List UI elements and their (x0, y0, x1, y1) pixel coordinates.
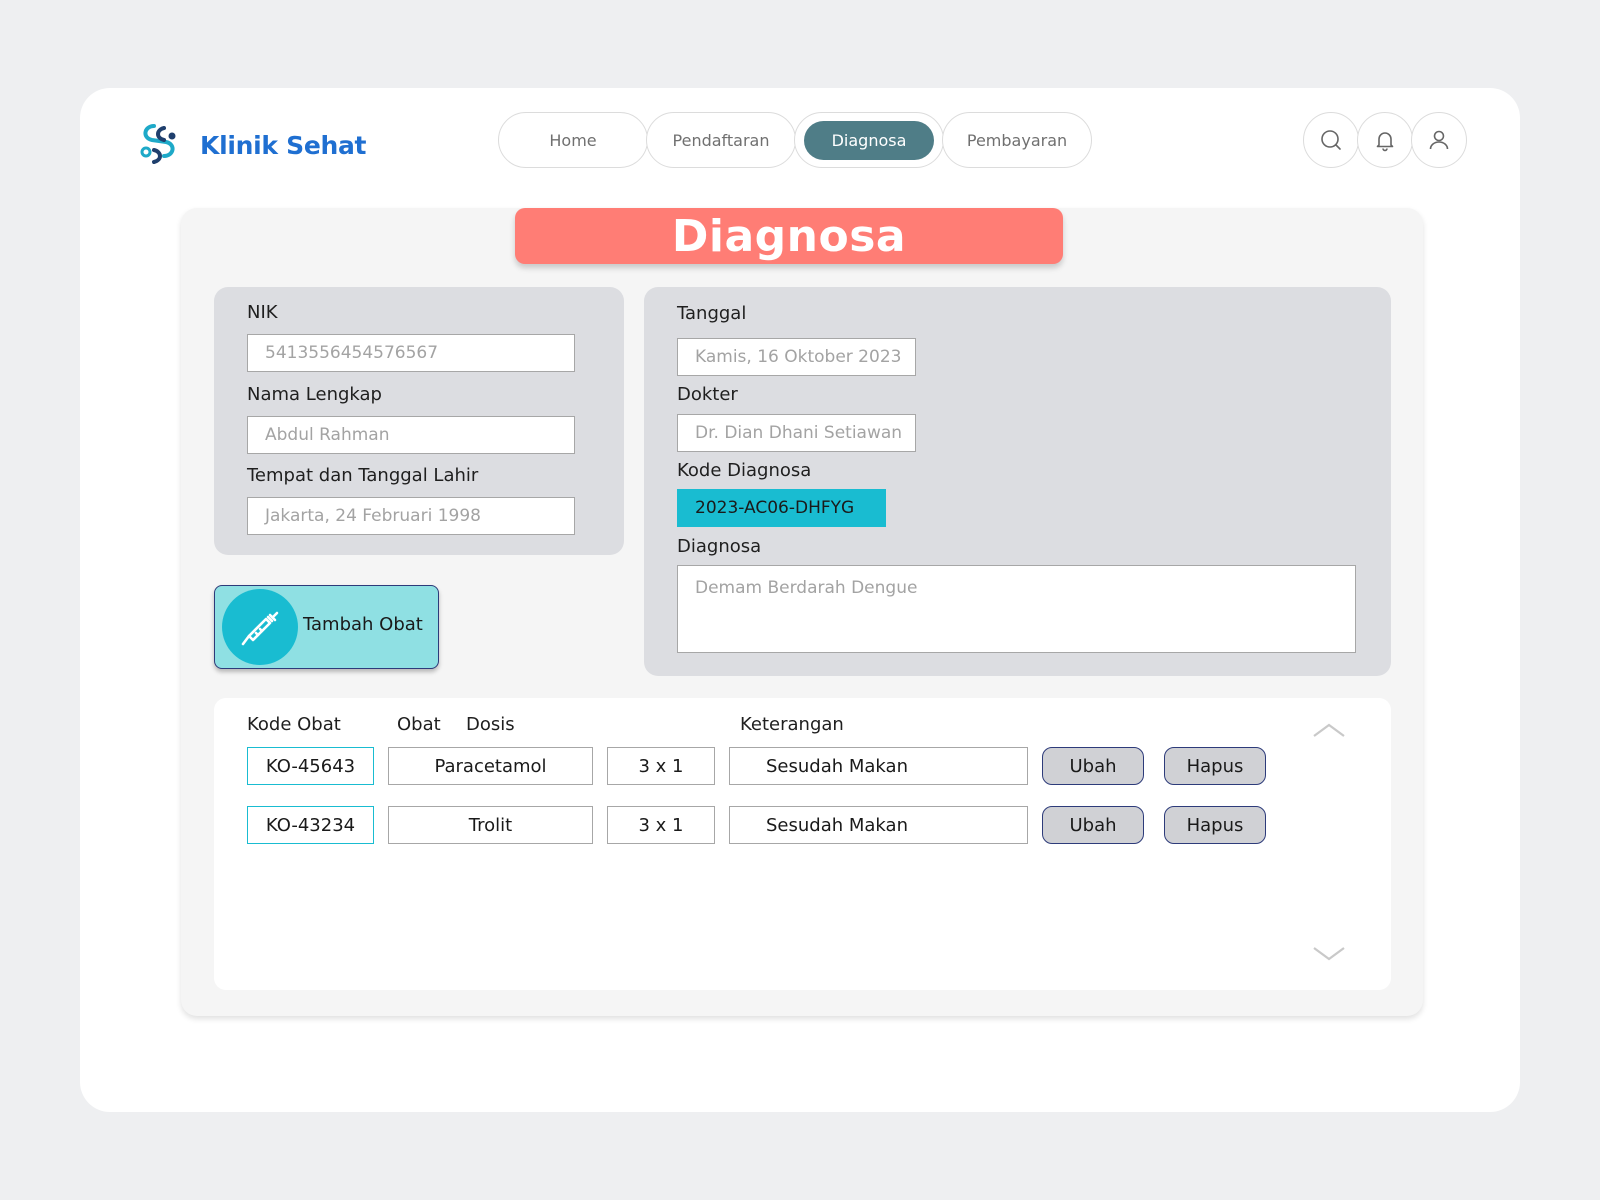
row-2-edit-button[interactable]: Ubah (1042, 806, 1144, 844)
tab-pendaftaran[interactable]: Pendaftaran (646, 112, 796, 168)
row-1-dose[interactable]: 3 x 1 (607, 747, 715, 785)
row-1-note[interactable]: Sesudah Makan (729, 747, 1028, 785)
header-obat: Obat (397, 714, 441, 735)
row-2-delete-button[interactable]: Hapus (1164, 806, 1266, 844)
tab-diagnosa[interactable]: Diagnosa (794, 112, 944, 168)
scroll-down-chevron-icon[interactable] (1312, 944, 1346, 964)
row-1-medicine[interactable]: Paracetamol (388, 747, 593, 785)
row-2-dose[interactable]: 3 x 1 (607, 806, 715, 844)
scroll-up-chevron-icon[interactable] (1312, 720, 1346, 740)
diagnosa-card: Diagnosa NIK 5413556454576567 Nama Lengk… (181, 208, 1423, 1016)
brand-name: Klinik Sehat (200, 130, 367, 160)
add-medicine-icon-circle (222, 589, 298, 665)
doctor-field[interactable]: Dr. Dian Dhani Setiawan (677, 414, 916, 452)
add-medicine-button[interactable]: Tambah Obat (214, 585, 439, 669)
tab-pembayaran[interactable]: Pembayaran (942, 112, 1092, 168)
stethoscope-logo-icon (140, 124, 176, 164)
brand[interactable]: Klinik Sehat (138, 122, 367, 168)
row-2-code[interactable]: KO-43234 (247, 806, 374, 844)
app-window: Klinik Sehat Home Pendaftaran Diagnosa P… (80, 88, 1520, 1112)
search-icon (1321, 130, 1341, 150)
patient-panel: NIK 5413556454576567 Nama Lengkap Abdul … (214, 287, 624, 555)
row-1-code[interactable]: KO-45643 (247, 747, 374, 785)
notifications-button[interactable] (1357, 112, 1413, 168)
row-1-edit-button[interactable]: Ubah (1042, 747, 1144, 785)
visit-panel: Tanggal Kamis, 16 Oktober 2023 Dokter Dr… (644, 287, 1391, 676)
diagnosis-textarea[interactable]: Demam Berdarah Dengue (677, 565, 1356, 653)
diagnosis-label: Diagnosa (677, 536, 762, 557)
birth-label: Tempat dan Tanggal Lahir (247, 465, 479, 486)
nik-label: NIK (247, 302, 278, 323)
user-icon (1429, 130, 1449, 150)
header-kode-obat: Kode Obat (247, 714, 341, 735)
date-field[interactable]: Kamis, 16 Oktober 2023 (677, 338, 916, 376)
tab-home-label: Home (549, 130, 597, 150)
diagnosis-code-field[interactable]: 2023-AC06-DHFYG (677, 489, 886, 527)
header-actions (1303, 112, 1467, 168)
header-dosis: Dosis (466, 714, 515, 735)
row-1-delete-button[interactable]: Hapus (1164, 747, 1266, 785)
syringe-icon (241, 611, 279, 646)
tab-pembayaran-label: Pembayaran (966, 130, 1068, 150)
row-2-medicine[interactable]: Trolit (388, 806, 593, 844)
row-2-note[interactable]: Sesudah Makan (729, 806, 1028, 844)
main-nav: Home Pendaftaran Diagnosa Pembayaran (498, 112, 1092, 168)
date-label: Tanggal (677, 303, 747, 324)
medicine-table: Kode Obat Obat Dosis Keterangan KO-45643… (214, 698, 1391, 990)
name-field[interactable]: Abdul Rahman (247, 416, 575, 454)
tab-home[interactable]: Home (498, 112, 648, 168)
page-title: Diagnosa (515, 208, 1063, 264)
search-button[interactable] (1303, 112, 1359, 168)
tab-diagnosa-label: Diagnosa (803, 120, 935, 160)
doctor-label: Dokter (677, 384, 738, 405)
name-label: Nama Lengkap (247, 384, 382, 405)
tab-pendaftaran-label: Pendaftaran (672, 130, 770, 150)
bell-icon (1376, 132, 1394, 152)
header-keterangan: Keterangan (740, 714, 844, 735)
birth-field[interactable]: Jakarta, 24 Februari 1998 (247, 497, 575, 535)
nik-field[interactable]: 5413556454576567 (247, 334, 575, 372)
profile-button[interactable] (1411, 112, 1467, 168)
add-medicine-label: Tambah Obat (303, 614, 423, 635)
diagnosis-code-label: Kode Diagnosa (677, 460, 812, 481)
